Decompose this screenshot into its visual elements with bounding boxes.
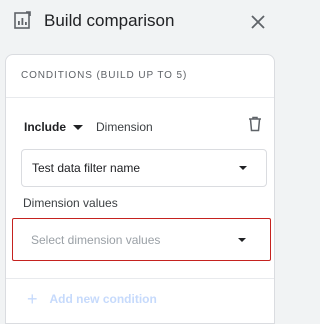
delete-condition-button[interactable] xyxy=(248,116,262,132)
dropdown-arrow-icon xyxy=(73,124,84,130)
dropdown-arrow-icon xyxy=(239,166,247,170)
conditions-card: CONDITIONS (BUILD UP TO 5) Include Dimen… xyxy=(5,54,275,324)
panel-header: Build comparison xyxy=(0,0,280,44)
trash-icon xyxy=(249,116,261,132)
close-icon xyxy=(251,15,265,29)
comparison-chart-icon xyxy=(14,11,31,29)
divider xyxy=(6,97,274,98)
conditions-heading: CONDITIONS (BUILD UP TO 5) xyxy=(21,70,188,81)
divider xyxy=(6,278,274,279)
panel-title: Build comparison xyxy=(44,11,175,30)
close-button[interactable] xyxy=(248,12,268,32)
dimension-label: Dimension xyxy=(96,120,153,134)
dimension-values-placeholder: Select dimension values xyxy=(31,233,161,247)
dimension-values-label: Dimension values xyxy=(23,196,118,210)
dimension-values-select[interactable]: Select dimension values xyxy=(12,218,271,261)
dropdown-arrow-icon xyxy=(238,238,246,242)
dimension-select-value: Test data filter name xyxy=(32,161,141,175)
dimension-select[interactable]: Test data filter name xyxy=(21,149,267,187)
include-label: Include xyxy=(24,120,67,134)
add-condition-button[interactable]: + Add new condition xyxy=(27,289,157,309)
add-condition-label: Add new condition xyxy=(49,292,157,306)
plus-icon: + xyxy=(27,289,38,309)
include-dropdown[interactable]: Include xyxy=(24,120,84,134)
